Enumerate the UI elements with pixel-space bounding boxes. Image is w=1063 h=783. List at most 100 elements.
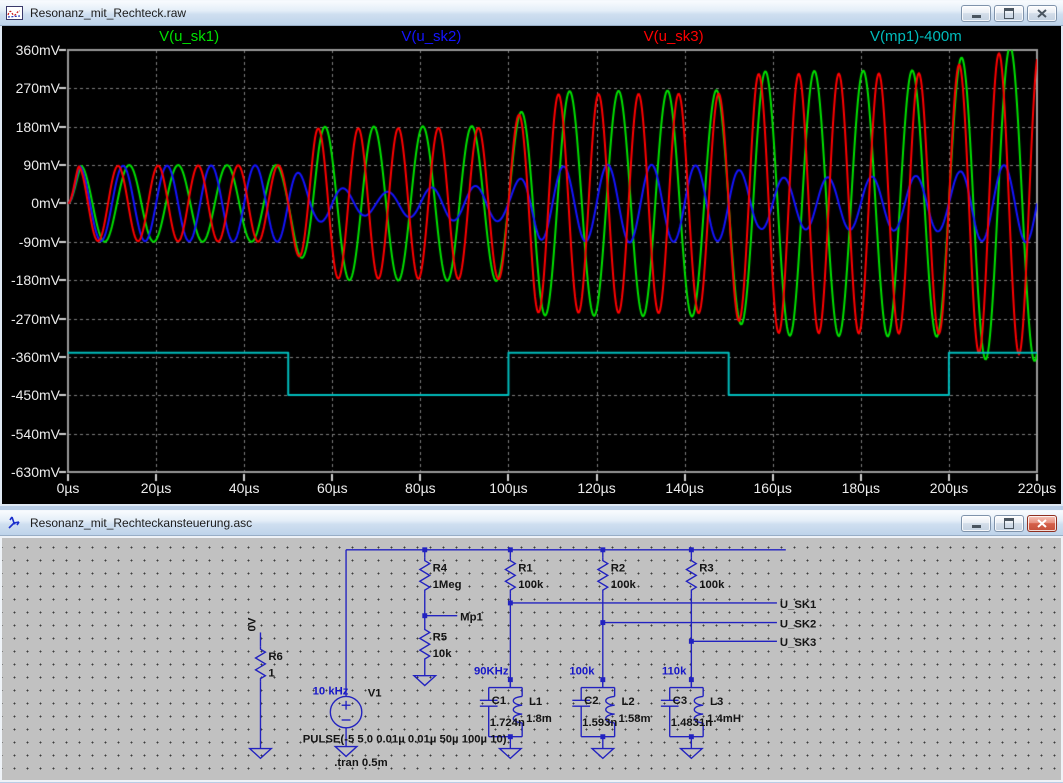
x-tick-label: 180µs [829, 480, 893, 496]
cap-value[interactable]: 1.724n [490, 717, 525, 729]
net-label-mp1[interactable]: Mp1 [460, 612, 483, 624]
waveform-file-icon [6, 5, 24, 21]
ground-symbol[interactable] [592, 749, 614, 759]
y-tick-label: -270mV [2, 311, 60, 327]
close-button[interactable] [1027, 515, 1057, 532]
x-tick-label: 120µs [565, 480, 629, 496]
junction-dot[interactable] [508, 600, 513, 605]
inductor-value[interactable]: 1.8m [526, 713, 552, 725]
comment-text[interactable]: 10 kHz [313, 685, 349, 697]
cap-value[interactable]: 1.593n [582, 717, 617, 729]
minimize-button[interactable] [961, 515, 991, 532]
resistor-name[interactable]: R6 [268, 651, 282, 663]
junction-dot[interactable] [600, 620, 605, 625]
resistor-R3[interactable] [686, 558, 696, 593]
legend-v-mp1-400m[interactable]: V(mp1)-400m [795, 27, 1037, 47]
x-tick-label: 100µs [476, 480, 540, 496]
x-tick-label: 0µs [36, 480, 100, 496]
cap-name[interactable]: C3 [673, 695, 687, 707]
schematic-window-buttons [961, 515, 1057, 532]
waveform-plot-area[interactable]: V(u_sk1)V(u_sk2)V(u_sk3)V(mp1)-400m 360m… [0, 26, 1063, 506]
y-tick-label: -450mV [2, 387, 60, 403]
x-tick-label: 160µs [741, 480, 805, 496]
minimize-button[interactable] [961, 5, 991, 22]
junction-dot[interactable] [600, 547, 605, 552]
close-button[interactable] [1027, 5, 1057, 22]
vsource-name[interactable]: V1 [368, 687, 382, 699]
inductor-name[interactable]: L3 [710, 696, 723, 708]
restore-icon [1004, 518, 1014, 529]
net-label-u_sk2[interactable]: U_SK2 [780, 619, 816, 631]
resistor-R2[interactable] [598, 558, 608, 593]
y-tick-label: -90mV [2, 234, 60, 250]
resistor-name[interactable]: R3 [699, 562, 713, 574]
cap-name[interactable]: C1 [492, 695, 506, 707]
comment-text[interactable]: 100k [569, 666, 595, 678]
restore-button[interactable] [994, 5, 1024, 22]
y-tick-label: -360mV [2, 349, 60, 365]
legend-v-u-sk2-[interactable]: V(u_sk2) [310, 27, 552, 47]
schematic-window: Resonanz_mit_Rechteckansteuerung.asc R4 1… [0, 510, 1063, 783]
net-label-0v[interactable]: 0V [247, 617, 259, 631]
ltspice-app: { "windows": { "plot": { "title": "Reson… [0, 0, 1063, 783]
legend-v-u-sk3-[interactable]: V(u_sk3) [553, 27, 795, 47]
resistor-value[interactable]: 10k [433, 648, 453, 660]
resistor-R6[interactable] [256, 646, 266, 681]
legend-v-u-sk1-[interactable]: V(u_sk1) [68, 27, 310, 47]
resistor-R5[interactable] [420, 627, 430, 662]
schematic-titlebar[interactable]: Resonanz_mit_Rechteckansteuerung.asc [0, 510, 1063, 536]
cap-value[interactable]: 1.4831n [671, 717, 713, 729]
ground-symbol[interactable] [681, 749, 703, 759]
resistor-name[interactable]: R5 [433, 631, 447, 643]
comment-text[interactable]: 110k [662, 666, 687, 678]
x-tick-label: 200µs [917, 480, 981, 496]
resistor-name[interactable]: R2 [611, 562, 625, 574]
ground-symbol[interactable] [250, 749, 272, 759]
waveform-titlebar[interactable]: Resonanz_mit_Rechteck.raw [0, 0, 1063, 26]
y-tick-label: -540mV [2, 426, 60, 442]
inductor-name[interactable]: L1 [529, 696, 542, 708]
waveform-window: Resonanz_mit_Rechteck.raw V(u_sk1)V(u_sk… [0, 0, 1063, 506]
cap-name[interactable]: C2 [584, 695, 598, 707]
ground-symbol[interactable] [500, 749, 522, 759]
junction-dot[interactable] [689, 639, 694, 644]
resistor-R4[interactable] [420, 558, 430, 593]
schematic-title: Resonanz_mit_Rechteckansteuerung.asc [30, 516, 961, 530]
schematic-drawing[interactable]: R4 1Meg R1 100k R2 100k R3 100k R5 10k R6 1 C1 1.724n… [2, 538, 1061, 780]
y-tick-label: -180mV [2, 272, 60, 288]
spice-directive[interactable]: .tran 0.5m [334, 757, 387, 769]
inductor-name[interactable]: L2 [622, 696, 635, 708]
resistor-name[interactable]: R4 [433, 562, 448, 574]
y-tick-label: 90mV [2, 157, 60, 173]
waveform-canvas[interactable] [2, 26, 1061, 504]
minimize-icon [972, 525, 981, 528]
close-icon [1037, 519, 1047, 528]
y-tick-label: 180mV [2, 119, 60, 135]
restore-icon [1004, 8, 1014, 19]
restore-button[interactable] [994, 515, 1024, 532]
schematic-editor-area[interactable]: R4 1Meg R1 100k R2 100k R3 100k R5 10k R6 1 C1 1.724n… [0, 536, 1063, 782]
y-tick-label: 0mV [2, 195, 60, 211]
junction-dot[interactable] [422, 613, 427, 618]
inductor-value[interactable]: 1.58m [619, 713, 651, 725]
spice-directive[interactable]: PULSE(-5 5 0 0.01µ 0.01µ 50µ 100µ 10) [303, 734, 507, 746]
y-tick-label: 270mV [2, 80, 60, 96]
ground-symbol[interactable] [335, 747, 357, 757]
ground-symbol[interactable] [414, 676, 436, 686]
x-tick-label: 140µs [653, 480, 717, 496]
resistor-value[interactable]: 1Meg [433, 579, 462, 591]
resistor-value[interactable]: 100k [611, 579, 637, 591]
x-tick-label: 220µs [1005, 480, 1063, 496]
resistor-name[interactable]: R1 [518, 562, 532, 574]
comment-text[interactable]: 90KHz [474, 666, 509, 678]
junction-dot[interactable] [508, 547, 513, 552]
resistor-value[interactable]: 1 [268, 668, 274, 680]
net-label-u_sk1[interactable]: U_SK1 [780, 599, 816, 611]
junction-dot[interactable] [689, 547, 694, 552]
net-label-u_sk3[interactable]: U_SK3 [780, 637, 816, 649]
resistor-R1[interactable] [505, 558, 515, 593]
inductor-value[interactable]: 1.4mH [707, 713, 741, 725]
junction-dot[interactable] [422, 547, 427, 552]
resistor-value[interactable]: 100k [518, 579, 544, 591]
resistor-value[interactable]: 100k [699, 579, 725, 591]
